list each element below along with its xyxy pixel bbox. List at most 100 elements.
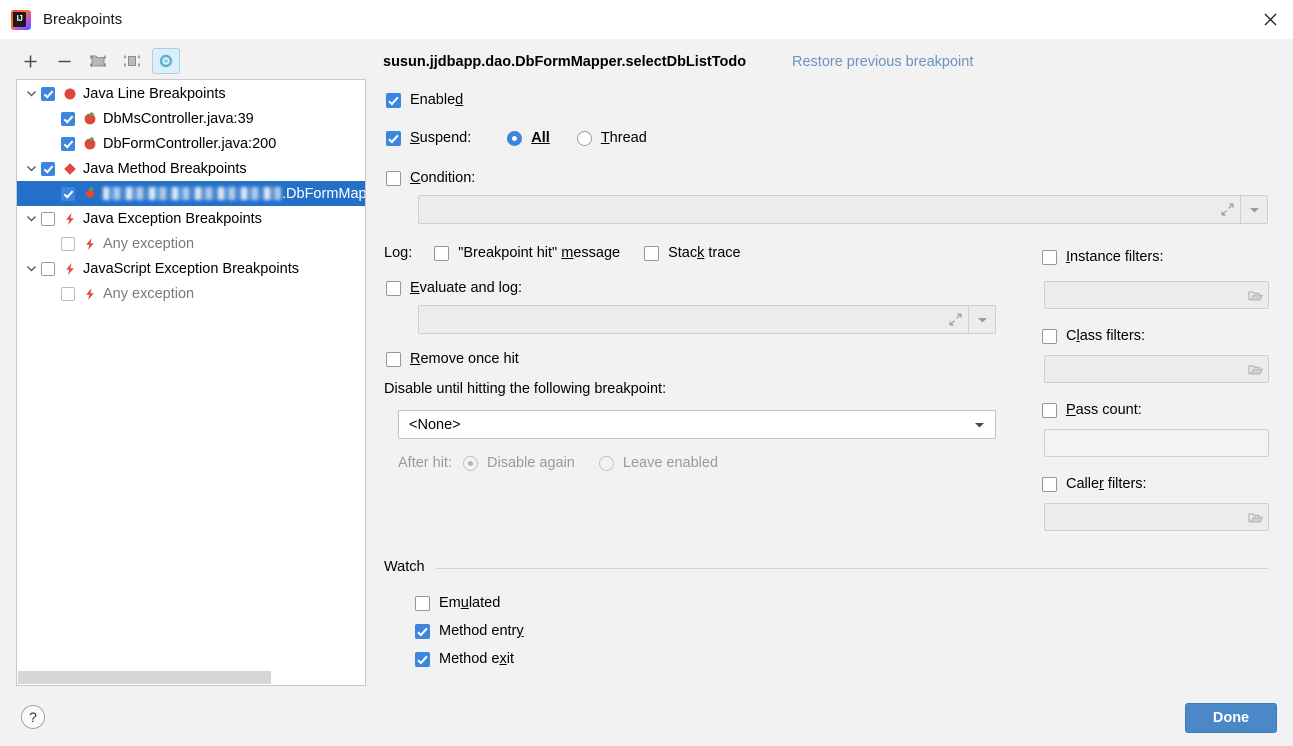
instance-filters-input[interactable] bbox=[1044, 281, 1269, 309]
tree-row-label: JavaScript Exception Breakpoints bbox=[83, 260, 299, 277]
exception-bolt-icon bbox=[62, 261, 78, 277]
instance-filters-checkbox[interactable] bbox=[1042, 249, 1057, 265]
tree-row-label-text: .DbFormMapper bbox=[282, 185, 366, 202]
red-diamond-breakpoint-icon bbox=[62, 161, 78, 177]
condition-checkbox[interactable] bbox=[386, 170, 401, 186]
log-breakpoint-hit-label: "Breakpoint hit" message bbox=[458, 245, 621, 261]
intellij-idea-icon: IJ bbox=[11, 9, 31, 30]
suspend-label: Suspend: bbox=[410, 130, 472, 146]
suspend-checkbox[interactable] bbox=[386, 130, 401, 146]
class-filters-input[interactable] bbox=[1044, 355, 1269, 383]
tree-scrollbar-thumb[interactable] bbox=[18, 671, 271, 684]
evaluate-history-chevron-down-icon[interactable] bbox=[969, 316, 995, 324]
set-group-icon[interactable] bbox=[118, 48, 146, 74]
chevron-down-icon[interactable] bbox=[21, 88, 41, 99]
pass-count-input[interactable] bbox=[1044, 429, 1269, 457]
pass-count-row: Pass count: bbox=[1042, 402, 1142, 418]
tree-row-checkbox[interactable] bbox=[61, 286, 75, 301]
expand-editor-icon[interactable] bbox=[942, 313, 968, 326]
chevron-down-icon[interactable] bbox=[21, 263, 41, 274]
tree-row[interactable]: JavaScript Exception Breakpoints bbox=[17, 256, 365, 281]
tree-row-checkbox[interactable] bbox=[61, 186, 75, 201]
tree-row-label: Any exception bbox=[103, 285, 195, 302]
tree-row-checkbox[interactable] bbox=[41, 261, 55, 276]
suspend-thread-radio[interactable] bbox=[576, 130, 592, 146]
chevron-down-icon[interactable] bbox=[21, 163, 41, 174]
folder-icon[interactable] bbox=[1242, 511, 1268, 524]
window-title: Breakpoints bbox=[43, 11, 123, 28]
log-row: Log: "Breakpoint hit" message Stack trac… bbox=[384, 245, 741, 261]
tree-row[interactable]: DbFormController.java:200 bbox=[17, 131, 365, 156]
disable-until-value: <None> bbox=[409, 416, 461, 433]
log-stack-trace-checkbox[interactable] bbox=[644, 245, 660, 261]
tree-row[interactable]: Java Method Breakpoints bbox=[17, 156, 365, 181]
class-filters-checkbox[interactable] bbox=[1042, 328, 1057, 344]
after-hit-label: After hit: bbox=[398, 455, 452, 471]
evaluate-and-log-input[interactable] bbox=[418, 305, 996, 334]
tree-row-checkbox[interactable] bbox=[41, 211, 55, 226]
log-prefix-label: Log: bbox=[384, 245, 413, 261]
watch-emulated-row: Emulated bbox=[415, 595, 500, 611]
caller-filters-label: Caller filters: bbox=[1066, 476, 1147, 492]
condition-input[interactable] bbox=[418, 195, 1268, 224]
remove-breakpoint-icon[interactable] bbox=[50, 48, 78, 74]
instance-filters-label: Instance filters: bbox=[1066, 249, 1164, 265]
watch-method-entry-row: Method entry bbox=[415, 623, 524, 639]
caller-filters-row: Caller filters: bbox=[1042, 476, 1147, 492]
tree-row[interactable]: Any exception bbox=[17, 231, 365, 256]
caller-filters-input[interactable] bbox=[1044, 503, 1269, 531]
watch-method-exit-row: Method exit bbox=[415, 651, 514, 667]
exception-bolt-icon bbox=[82, 286, 98, 302]
tree-row[interactable]: DbMsController.java:39 bbox=[17, 106, 365, 131]
expand-editor-icon[interactable] bbox=[1214, 203, 1240, 216]
mute-breakpoints-icon[interactable] bbox=[152, 48, 180, 74]
line-breakpoint-tick-icon bbox=[82, 136, 98, 152]
add-breakpoint-icon[interactable] bbox=[16, 48, 44, 74]
tree-row[interactable]: Any exception bbox=[17, 281, 365, 306]
enabled-checkbox[interactable] bbox=[386, 92, 401, 108]
folder-icon[interactable] bbox=[1242, 289, 1268, 302]
suspend-all-label: All bbox=[531, 130, 550, 146]
watch-emulated-checkbox[interactable] bbox=[415, 595, 430, 611]
tree-row[interactable]: .DbFormMapper bbox=[17, 181, 365, 206]
restore-previous-breakpoint-link[interactable]: Restore previous breakpoint bbox=[792, 54, 973, 70]
after-hit-disable-again-radio[interactable] bbox=[463, 455, 478, 471]
folder-icon[interactable] bbox=[1242, 363, 1268, 376]
tree-row-checkbox[interactable] bbox=[61, 111, 75, 126]
tree-row-checkbox[interactable] bbox=[61, 136, 75, 151]
log-breakpoint-hit-checkbox[interactable] bbox=[434, 245, 450, 261]
instance-filters-row: Instance filters: bbox=[1042, 249, 1164, 265]
condition-row: Condition: bbox=[386, 170, 475, 186]
done-button[interactable]: Done bbox=[1185, 703, 1277, 733]
caller-filters-checkbox[interactable] bbox=[1042, 476, 1057, 492]
remove-once-hit-checkbox[interactable] bbox=[386, 351, 401, 367]
watch-method-entry-checkbox[interactable] bbox=[415, 623, 430, 639]
tree-row[interactable]: Java Exception Breakpoints bbox=[17, 206, 365, 231]
watch-method-exit-checkbox[interactable] bbox=[415, 651, 430, 667]
after-hit-leave-enabled-label: Leave enabled bbox=[622, 455, 719, 471]
log-stack-trace-label: Stack trace bbox=[668, 245, 741, 261]
close-icon[interactable] bbox=[1247, 0, 1293, 38]
watch-method-entry-label: Method entry bbox=[439, 623, 524, 639]
tree-row[interactable]: Java Line Breakpoints bbox=[17, 81, 365, 106]
condition-history-chevron-down-icon[interactable] bbox=[1241, 206, 1267, 214]
tree-row-checkbox[interactable] bbox=[41, 86, 55, 101]
red-circle-breakpoint-icon bbox=[62, 86, 78, 102]
after-hit-leave-enabled-radio[interactable] bbox=[598, 455, 614, 471]
pass-count-checkbox[interactable] bbox=[1042, 402, 1057, 418]
disable-until-select[interactable]: <None> bbox=[398, 410, 996, 439]
tree-row-checkbox[interactable] bbox=[41, 161, 55, 176]
move-to-group-icon[interactable] bbox=[84, 48, 112, 74]
help-button[interactable]: ? bbox=[21, 705, 45, 729]
line-breakpoint-tick-icon bbox=[82, 111, 98, 127]
breakpoints-tree[interactable]: Java Line Breakpoints DbMsController.java… bbox=[16, 79, 366, 686]
evaluate-and-log-checkbox[interactable] bbox=[386, 280, 401, 296]
suspend-all-radio[interactable] bbox=[507, 130, 523, 146]
chevron-down-icon[interactable] bbox=[21, 213, 41, 224]
tree-horizontal-scrollbar[interactable] bbox=[18, 671, 365, 684]
window-titlebar: IJ Breakpoints bbox=[0, 0, 1293, 40]
chevron-down-icon bbox=[975, 422, 984, 427]
tree-row-checkbox[interactable] bbox=[61, 236, 75, 251]
remove-once-hit-row: Remove once hit bbox=[386, 351, 519, 367]
remove-once-hit-label: Remove once hit bbox=[410, 351, 519, 367]
